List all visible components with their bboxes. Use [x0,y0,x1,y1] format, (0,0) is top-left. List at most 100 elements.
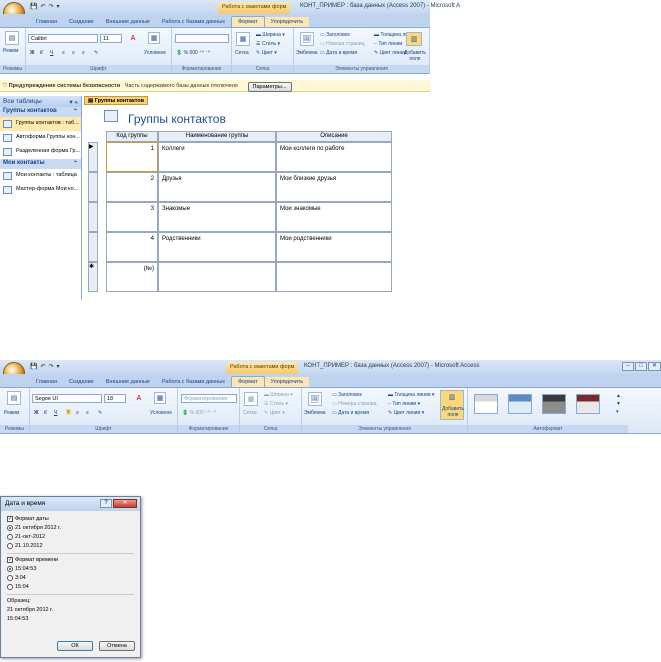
line-type-button[interactable]: ┄ Тип линии [374,41,402,47]
line-type-button[interactable]: ┄ Тип линии ▾ [388,401,420,407]
bold-icon[interactable]: Ж [30,50,35,56]
table-cell-description[interactable]: Мои знакомые [276,202,392,232]
currency-icon[interactable]: 💲 % 000 ⁺⁰ ⁻⁰ [182,410,216,416]
view-button-label[interactable]: Режим [4,410,19,416]
autoformat-swatch[interactable] [542,394,566,414]
table-cell-code[interactable]: 3 [106,202,158,232]
table-cell-code[interactable]: 2 [106,172,158,202]
add-fields-label[interactable]: Добавить поля [402,50,428,62]
title-button[interactable]: ▭ Заголовок [320,32,350,38]
tab-arrange[interactable]: Упорядочить [264,377,310,387]
conditional-format-label[interactable]: Условное [150,410,172,416]
time-format-checkbox[interactable]: ✓ Формат времени [7,556,134,565]
customize-qat-icon[interactable]: ▾ [57,363,60,370]
nav-item-groups-table[interactable]: Группы контактов : таб... [0,117,81,131]
table-cell-name[interactable]: Друзья [158,172,276,202]
nav-group-my-contacts[interactable]: Мои контакты ⌃ [0,159,81,169]
view-icon[interactable]: ▤ [5,31,19,45]
document-tab[interactable]: ▤ Группы контактов [84,96,149,105]
record-selector[interactable]: ▶ [88,142,98,172]
font-color-icon[interactable]: A [126,32,140,44]
add-fields-icon[interactable]: ▥ [406,32,422,46]
column-header-name[interactable]: Наименование группы [158,131,276,142]
logo-label[interactable]: Эмблема [304,410,325,416]
time-option-medium[interactable]: 3:04 [7,574,134,583]
tab-create[interactable]: Создание [63,377,100,387]
autoformat-swatch[interactable] [576,394,600,414]
redo-icon[interactable]: ↷ [49,363,54,370]
format-painter-icon[interactable]: ✎ [98,410,102,416]
gridlines-icon[interactable]: ▦ [244,392,258,406]
nav-item-autoform[interactable]: Автоформа Группы кон... [0,131,81,145]
format-painter-icon[interactable]: ✎ [94,50,98,56]
table-cell-description-new[interactable] [276,262,392,292]
font-name-combo[interactable]: Calibri [28,34,98,43]
nav-group-contact-groups[interactable]: Группы контактов ⌃ [0,107,81,117]
date-time-button[interactable]: ▭ Дата и время [320,50,357,56]
date-format-checkbox[interactable]: ✓ Формат даты [7,515,134,524]
italic-icon[interactable]: К [40,50,43,56]
align-center-icon[interactable]: ≡ [72,50,75,56]
gridlines-label[interactable]: Сетка [243,410,257,416]
align-left-icon[interactable]: ≡ [62,50,65,56]
align-center-icon[interactable]: ≡ [76,410,79,416]
nav-pane-header[interactable]: Все таблицы ▾ « [0,96,81,107]
font-name-combo[interactable]: Segoe UI [32,394,102,403]
table-cell-code[interactable]: 1 [106,142,158,172]
undo-icon[interactable]: ↶ [40,3,45,10]
nav-item-contacts-table[interactable]: Мои контакты : таблица [0,169,81,183]
nav-item-split-form[interactable]: Разделенная форма Гр... [0,145,81,159]
time-option-long[interactable]: 15:04:53 [7,565,134,574]
minimize-button[interactable]: – [622,362,634,371]
grid-style-button[interactable]: ☰ Стиль ▾ [264,401,288,407]
table-cell-name[interactable]: Коллеги [158,142,276,172]
logo-label[interactable]: Эмблема [296,50,317,56]
bold-icon[interactable]: Ж [34,410,39,416]
options-button[interactable]: Параметры... [247,82,292,92]
view-button-label[interactable]: Режим [3,48,18,54]
autoformat-scroll-icon[interactable]: ▲ ▼ ▾ [616,392,621,416]
date-option-long[interactable]: 21 октября 2012 г. [7,524,134,533]
tab-home[interactable]: Главная [30,17,63,27]
nav-item-master-form[interactable]: Мастер-форма Мои ко... [0,183,81,197]
save-icon[interactable]: 💾 [30,363,37,370]
autoformat-swatch[interactable] [508,394,532,414]
record-selector[interactable] [88,172,98,202]
cancel-button[interactable]: Отмена [99,641,135,651]
tab-arrange[interactable]: Упорядочить [264,17,310,27]
column-header-description[interactable]: Описание [276,131,392,142]
maximize-button[interactable]: □ [635,362,647,371]
ok-button[interactable]: ОК [57,641,93,651]
grid-color-button[interactable]: ✎ Цвет ▾ [256,50,277,56]
table-cell-description[interactable]: Мои родственники [276,232,392,262]
table-cell-name-new[interactable] [158,262,276,292]
column-header-code[interactable]: Код группы [106,131,158,142]
tab-database-tools[interactable]: Работа с базами данных [156,17,231,27]
date-option-short[interactable]: 21.10.2012 [7,542,134,551]
logo-icon[interactable]: 🖼 [308,392,322,406]
conditional-format-icon[interactable]: ▦ [154,392,166,404]
table-cell-name[interactable]: Знакомые [158,202,276,232]
format-combo[interactable]: Форматирование [181,394,237,403]
record-selector-new[interactable]: ✱ [88,262,98,292]
conditional-format-label[interactable]: Условное [144,50,166,56]
title-button[interactable]: ▭ Заголовок [332,392,362,398]
line-thickness-button[interactable]: ▬ Толщина линии ▾ [388,392,434,398]
autoformat-swatch[interactable] [474,394,498,414]
tab-external-data[interactable]: Внешние данные [100,377,156,387]
line-color-button[interactable]: ✎ Цвет линии ▾ [388,410,424,416]
format-combo[interactable] [175,34,229,43]
italic-icon[interactable]: К [44,410,47,416]
close-button[interactable]: ✕ [648,362,661,371]
tab-format[interactable]: Формат [230,16,265,27]
nav-pane-collapse-icon[interactable]: ▾ « [69,98,78,106]
font-size-combo[interactable]: 11 [100,34,122,43]
currency-icon[interactable]: 💲 % 000 ⁺⁰ ⁻⁰ [176,50,210,56]
tab-create[interactable]: Создание [63,17,100,27]
table-cell-description[interactable]: Мои близкие друзья [276,172,392,202]
view-icon[interactable]: ▤ [7,391,21,405]
time-option-short[interactable]: 15:04 [7,583,134,592]
grid-width-button[interactable]: ▬ Ширина ▾ [256,32,285,38]
tab-format[interactable]: Формат [230,376,265,387]
page-numbers-button[interactable]: ▭ Номера страниц [320,41,364,47]
